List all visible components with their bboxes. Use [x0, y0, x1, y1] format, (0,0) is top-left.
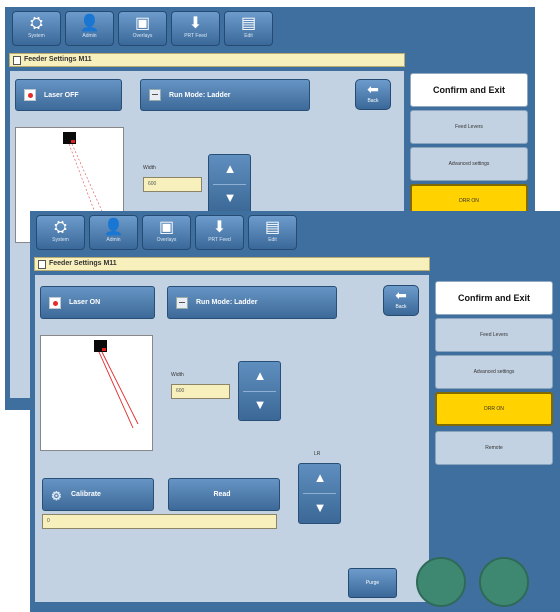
laser-toggle-button[interactable]: Laser OFF	[15, 79, 122, 111]
run-mode-button[interactable]: Run Mode: Ladder	[140, 79, 310, 111]
toolbar-admin-button[interactable]: 👤 Admin	[65, 11, 114, 46]
user-icon: 👤	[79, 15, 100, 32]
feed-icon: ⬇	[212, 219, 227, 236]
toolbar-system-button[interactable]: ⛭ System	[36, 215, 85, 250]
lr-stepper[interactable]: ▲ ▼	[298, 463, 341, 524]
laser-toggle-button[interactable]: Laser ON	[40, 286, 155, 319]
confirm-exit-button[interactable]: Confirm and Exit	[435, 281, 553, 315]
toolbar-admin-button[interactable]: 👤 Admin	[89, 215, 138, 250]
toolbar-overlays-button[interactable]: ▣ Overlays	[118, 11, 167, 46]
toolbar-feed-button[interactable]: ⬇ PRT Feed	[171, 11, 220, 46]
advanced-settings-button[interactable]: Advanced settings	[435, 355, 553, 389]
width-label: Width	[143, 165, 156, 171]
stepper-divider	[243, 391, 276, 392]
overlay-icon: ▣	[158, 219, 175, 236]
confirm-exit-button[interactable]: Confirm and Exit	[410, 73, 528, 107]
toolbar-edit-button[interactable]: ▤ Edit	[224, 11, 273, 46]
title-strip: Feeder Settings M11	[9, 53, 405, 67]
system-icon: ⛭	[30, 15, 43, 32]
round-button-right[interactable]	[479, 557, 529, 607]
readout-field[interactable]: 0	[42, 514, 277, 529]
calibrate-button[interactable]: ⚙ Calibrate	[42, 478, 154, 511]
title-strip: Feeder Settings M11	[34, 257, 430, 271]
remote-button[interactable]: Remote	[435, 431, 553, 465]
laser-beam-lines	[98, 351, 139, 429]
mode-icon	[149, 89, 161, 101]
toolbar-overlays-button[interactable]: ▣ Overlays	[142, 215, 191, 250]
advanced-settings-button[interactable]: Advanced settings	[410, 147, 528, 181]
width-field[interactable]: 600	[171, 384, 230, 399]
calibrate-icon: ⚙	[51, 488, 62, 503]
stepper-divider	[303, 493, 336, 494]
page-title: Feeder Settings M11	[49, 260, 117, 267]
back-button[interactable]: ⬅ Back	[383, 285, 419, 316]
lr-label: LR	[314, 451, 321, 457]
laser-icon	[49, 296, 61, 309]
laser-icon	[24, 89, 36, 101]
user-icon: 👤	[103, 219, 124, 236]
feed-levers-button[interactable]: Feed Levers	[410, 110, 528, 144]
purge-button[interactable]: Purge	[348, 568, 397, 598]
width-field[interactable]: 600	[143, 177, 202, 192]
disk-icon: ▤	[264, 219, 281, 236]
overlay-icon: ▣	[134, 15, 151, 32]
page-title: Feeder Settings M11	[24, 56, 92, 63]
down-arrow-icon[interactable]: ▼	[309, 500, 331, 516]
width-label: Width	[171, 372, 184, 378]
laser-preview	[40, 335, 153, 451]
round-button-left[interactable]	[416, 557, 466, 607]
back-arrow-icon: ⬅	[395, 287, 407, 303]
up-arrow-icon[interactable]: ▲	[249, 368, 271, 384]
up-arrow-icon[interactable]: ▲	[219, 161, 241, 177]
feed-icon: ⬇	[188, 15, 203, 32]
back-button[interactable]: ⬅ Back	[355, 79, 391, 110]
front-screen: ⛭ System 👤 Admin ▣ Overlays ⬇ PRT Feed ▤ Edit…	[30, 211, 560, 612]
down-arrow-icon[interactable]: ▼	[219, 190, 241, 206]
mode-icon	[176, 296, 188, 309]
toolbar-edit-button[interactable]: ▤ Edit	[248, 215, 297, 250]
toolbar-system-button[interactable]: ⛭ System	[12, 11, 61, 46]
system-icon: ⛭	[54, 219, 67, 236]
toolbar-feed-button[interactable]: ⬇ PRT Feed	[195, 215, 244, 250]
window-icon	[38, 260, 46, 269]
run-mode-button[interactable]: Run Mode: Ladder	[167, 286, 337, 319]
up-arrow-icon[interactable]: ▲	[309, 470, 331, 486]
stepper-divider	[213, 184, 246, 185]
settings-panel: Laser ON Run Mode: Ladder ⬅ Back Width 60…	[35, 275, 429, 602]
drr-on-button[interactable]: DRR ON	[435, 392, 553, 426]
width-stepper[interactable]: ▲ ▼	[208, 154, 251, 214]
down-arrow-icon[interactable]: ▼	[249, 397, 271, 413]
feed-levers-button[interactable]: Feed Levers	[435, 318, 553, 352]
read-button[interactable]: Read	[168, 478, 280, 511]
window-icon	[13, 56, 21, 65]
disk-icon: ▤	[240, 15, 257, 32]
width-stepper[interactable]: ▲ ▼	[238, 361, 281, 421]
back-arrow-icon: ⬅	[367, 81, 379, 97]
